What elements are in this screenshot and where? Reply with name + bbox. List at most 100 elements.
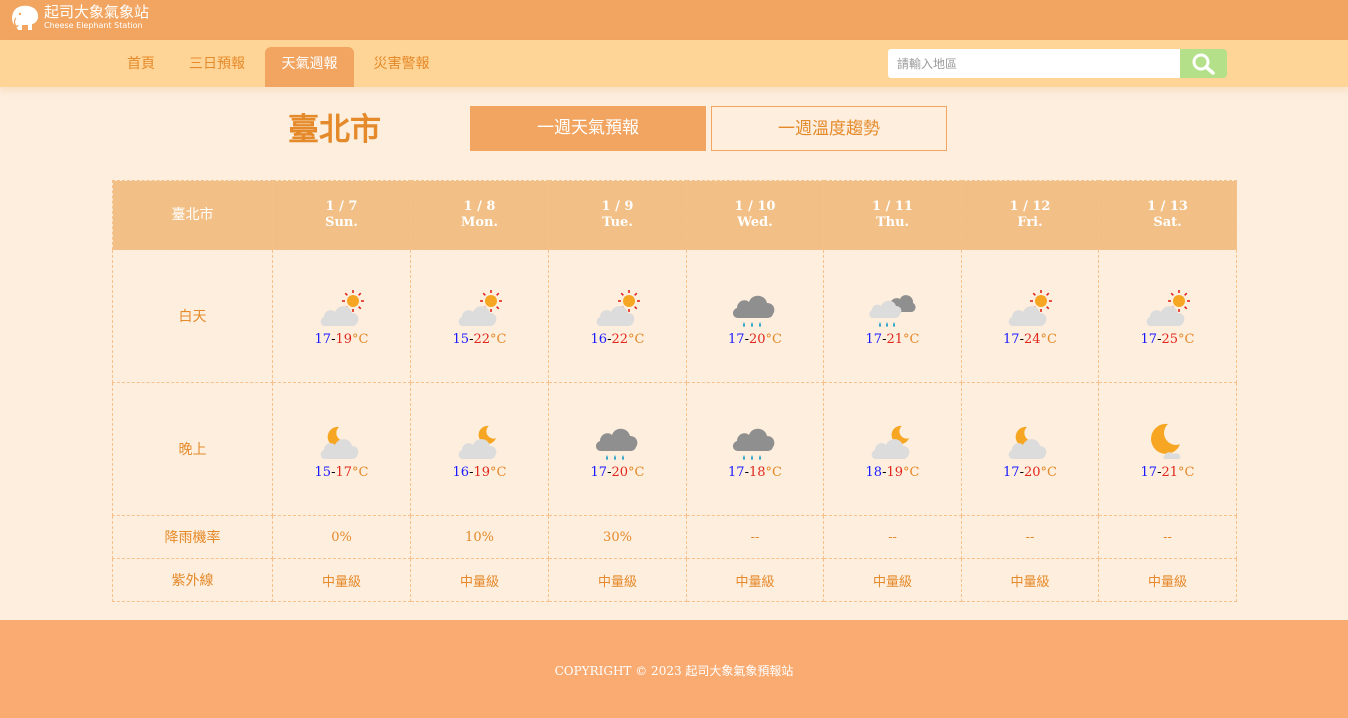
max-temp: 19 (335, 331, 353, 347)
rain-cloud-icon (687, 286, 823, 330)
day-date: 1 / 7 (325, 199, 358, 214)
temp-unit: °C (1178, 464, 1195, 480)
day-header: 1 / 8 Mon. (410, 180, 549, 250)
temperature-range: 16-19°C (452, 464, 507, 480)
cloudy-night-icon (411, 419, 548, 463)
min-temp: 17 (1140, 464, 1158, 480)
forecast-cell: 15-17°C (272, 382, 411, 516)
temp-unit: °C (1040, 464, 1057, 480)
day-header: 1 / 7 Sun. (272, 180, 411, 250)
forecast-cell: 18-19°C (823, 382, 962, 516)
forecast-cell: 15-22°C (410, 249, 549, 383)
temp-unit: °C (1040, 331, 1057, 347)
forecast-cell: 17-25°C (1098, 249, 1237, 383)
day-weekday: Wed. (737, 215, 773, 230)
temperature-range: 17-18°C (728, 464, 782, 480)
min-temp: 17 (728, 464, 745, 480)
forecast-cell: 16-22°C (548, 249, 687, 383)
min-temp: 15 (452, 331, 470, 347)
search-icon (1192, 53, 1215, 75)
rain-cloud-icon (687, 419, 823, 463)
uv-level: 中量級 (686, 558, 824, 602)
day-header: 1 / 9 Tue. (548, 180, 687, 250)
row-label-night: 晚上 (112, 382, 273, 516)
partly-cloudy-day-icon (273, 286, 410, 330)
header-row: 臺北市 1 / 7 Sun. 1 / 8 Mon. 1 / 9 Tue. 1 / 10… (112, 180, 1237, 250)
min-temp: 16 (590, 331, 608, 347)
brand-title[interactable]: 起司大象氣象站 (44, 4, 149, 21)
temp-unit: °C (352, 331, 369, 347)
temperature-range: 17-21°C (1140, 464, 1195, 480)
row-label-rain: 降雨機率 (112, 515, 273, 559)
clear-night-icon (1099, 419, 1236, 463)
forecast-cell: 17-24°C (961, 249, 1099, 383)
forecast-cell: 17-21°C (823, 249, 962, 383)
rain-probability: 30% (548, 515, 687, 559)
min-temp: 16 (452, 464, 470, 480)
temp-unit: °C (903, 331, 920, 347)
elephant-logo-icon[interactable] (10, 4, 40, 32)
uv-level: 中量級 (410, 558, 549, 602)
partly-cloudy-day-icon (549, 286, 686, 330)
max-temp: 21 (886, 331, 904, 347)
nav-item-weekly[interactable]: 天氣週報 (265, 47, 354, 87)
temp-unit: °C (490, 331, 507, 347)
tab-weekly-forecast[interactable]: 一週天氣預報 (470, 106, 706, 151)
corner-city: 臺北市 (112, 180, 273, 250)
forecast-cell: 17-21°C (1098, 382, 1237, 516)
day-header: 1 / 10 Wed. (686, 180, 824, 250)
uv-level: 中量級 (1098, 558, 1237, 602)
search-button[interactable] (1180, 49, 1227, 78)
night-row: 晚上 15-17°C 16-19°C 17-20°C 17-18°C 18-19… (112, 382, 1237, 516)
day-weekday: Sat. (1153, 215, 1182, 230)
max-temp: 24 (1023, 331, 1041, 347)
rain-probability: 10% (410, 515, 549, 559)
cloudy-rain-icon (824, 286, 961, 330)
max-temp: 21 (1161, 464, 1179, 480)
temperature-range: 17-24°C (1003, 331, 1057, 347)
partly-cloudy-day-icon (962, 286, 1098, 330)
temperature-range: 17-20°C (728, 331, 782, 347)
min-temp: 17 (1003, 464, 1020, 480)
max-temp: 19 (886, 464, 904, 480)
temp-unit: °C (352, 464, 369, 480)
cloudy-night-icon (824, 419, 961, 463)
day-weekday: Thu. (875, 215, 910, 230)
min-temp: 15 (314, 464, 332, 480)
nav-item-alerts[interactable]: 災害警報 (364, 48, 439, 87)
temperature-range: 16-22°C (590, 331, 645, 347)
partly-cloudy-day-icon (411, 286, 548, 330)
rain-probability: -- (961, 515, 1099, 559)
day-header: 1 / 11 Thu. (823, 180, 962, 250)
temp-unit: °C (628, 464, 645, 480)
day-header: 1 / 13 Sat. (1098, 180, 1237, 250)
min-temp: 17 (728, 331, 745, 347)
nav-item-three-day[interactable]: 三日預報 (180, 48, 254, 87)
temperature-range: 17-20°C (1003, 464, 1057, 480)
min-temp: 17 (314, 331, 332, 347)
min-temp: 17 (590, 464, 608, 480)
daytime-row: 白天 17-19°C 15-22°C 16-22°C 17-20°C 17-21… (112, 249, 1237, 383)
day-date: 1 / 12 (1009, 199, 1051, 214)
nav-bar: 首頁 三日預報 天氣週報 災害警報 (0, 40, 1348, 87)
min-temp: 17 (1140, 331, 1158, 347)
nav-item-home[interactable]: 首頁 (118, 48, 164, 87)
moon-cloud-icon (273, 419, 410, 463)
max-temp: 22 (611, 331, 629, 347)
partly-cloudy-day-icon (1099, 286, 1236, 330)
temp-unit: °C (628, 331, 645, 347)
forecast-cell: 17-20°C (548, 382, 687, 516)
tab-temperature-trend[interactable]: 一週溫度趨勢 (711, 106, 947, 151)
search-input[interactable] (888, 49, 1180, 78)
temp-unit: °C (765, 464, 782, 480)
temperature-range: 17-21°C (865, 331, 920, 347)
min-temp: 18 (865, 464, 883, 480)
uv-level: 中量級 (961, 558, 1099, 602)
temperature-range: 18-19°C (865, 464, 920, 480)
day-date: 1 / 9 (601, 199, 634, 214)
day-weekday: Sun. (325, 215, 358, 230)
max-temp: 22 (473, 331, 491, 347)
rain-probability: -- (686, 515, 824, 559)
max-temp: 19 (473, 464, 491, 480)
row-label-uv: 紫外線 (112, 558, 273, 602)
